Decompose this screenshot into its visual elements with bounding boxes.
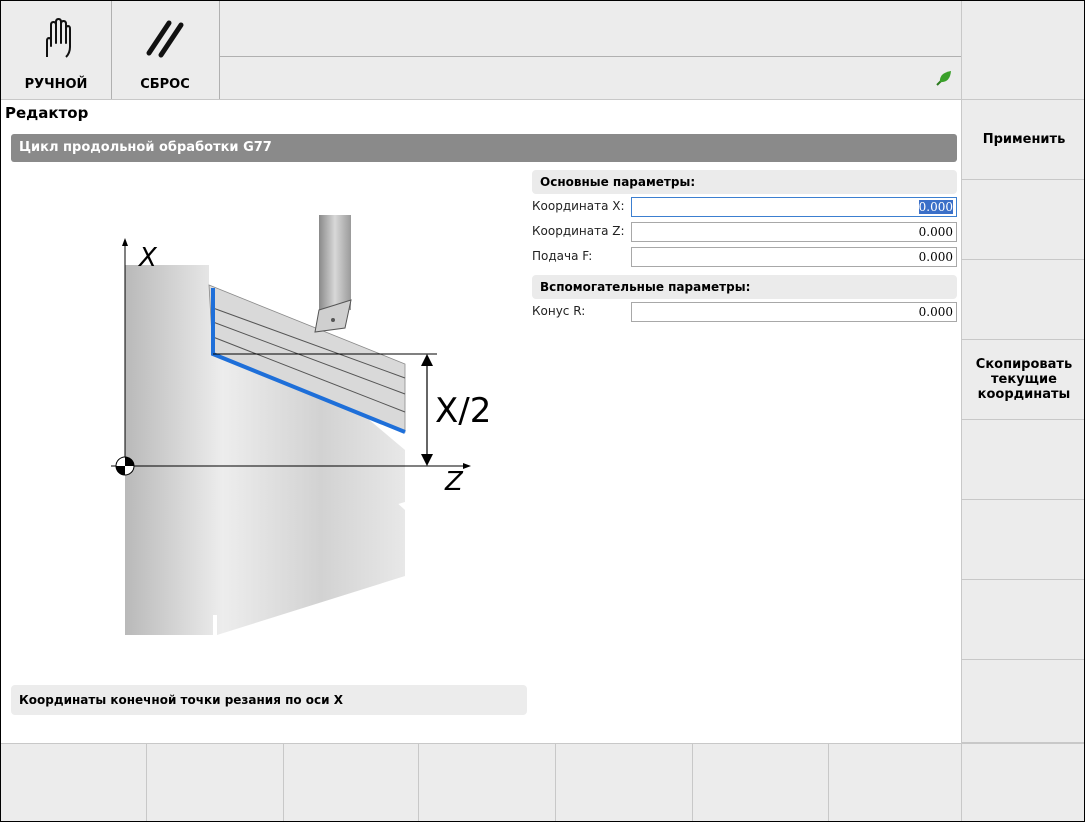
param-f-label: Подача F: bbox=[532, 249, 593, 263]
param-x-input[interactable]: 0.000 bbox=[631, 197, 957, 217]
window: РУЧНОЙ СБРОС Редактор Цикл продольной об… bbox=[0, 0, 1085, 822]
status-line-2 bbox=[219, 57, 961, 99]
copy-coordinates-button[interactable]: Скопировать текущие координаты bbox=[961, 340, 1084, 420]
aux-params-header: Вспомогательные параметры: bbox=[532, 275, 957, 299]
bottom-softkeys bbox=[1, 743, 1084, 821]
bottom-key-2[interactable] bbox=[147, 743, 284, 821]
hand-icon bbox=[46, 18, 71, 58]
param-row-x: Координата X: 0.000 bbox=[532, 197, 957, 219]
reset-slash-icon bbox=[146, 20, 184, 58]
manual-mode-button[interactable]: РУЧНОЙ bbox=[1, 1, 112, 99]
param-row-r: Конус R: 0.000 bbox=[532, 302, 957, 324]
top-bar: РУЧНОЙ СБРОС bbox=[1, 1, 961, 100]
softkey-8[interactable] bbox=[961, 660, 1084, 743]
leaf-icon bbox=[936, 71, 951, 86]
softkey-3[interactable] bbox=[961, 260, 1084, 340]
param-x-value: 0.000 bbox=[918, 200, 953, 214]
manual-mode-label: РУЧНОЙ bbox=[24, 77, 88, 92]
softkey-2[interactable] bbox=[961, 180, 1084, 260]
parameters-panel: Основные параметры: Координата X: 0.000 … bbox=[532, 170, 957, 324]
param-r-label: Конус R: bbox=[532, 304, 586, 318]
param-z-label: Координата Z: bbox=[532, 224, 625, 238]
cycle-title-bar: Цикл продольной обработки G77 bbox=[11, 134, 957, 162]
reset-button[interactable]: СБРОС bbox=[111, 1, 220, 99]
bottom-key-7[interactable] bbox=[829, 743, 962, 821]
bottom-key-5[interactable] bbox=[556, 743, 693, 821]
bottom-key-6[interactable] bbox=[693, 743, 829, 821]
param-f-input[interactable]: 0.000 bbox=[631, 247, 957, 267]
param-z-input[interactable]: 0.000 bbox=[631, 222, 957, 242]
axis-x-label: X bbox=[137, 243, 158, 273]
bottom-key-8[interactable] bbox=[962, 743, 1084, 821]
right-softkeys: Применить Скопировать текущие координаты bbox=[961, 100, 1084, 743]
softkey-5[interactable] bbox=[961, 420, 1084, 500]
editor-panel: Редактор Цикл продольной обработки G77 X… bbox=[1, 100, 961, 743]
bottom-key-4[interactable] bbox=[419, 743, 556, 821]
status-line-1 bbox=[219, 1, 961, 57]
dimension-label: X/2 bbox=[435, 391, 491, 431]
main-params-header: Основные параметры: bbox=[532, 170, 957, 194]
param-r-input[interactable]: 0.000 bbox=[631, 302, 957, 322]
axis-z-label: Z bbox=[444, 467, 464, 497]
param-x-label: Координата X: bbox=[532, 199, 625, 213]
right-top-panel bbox=[961, 1, 1084, 100]
bottom-key-1[interactable] bbox=[1, 743, 147, 821]
softkey-6[interactable] bbox=[961, 500, 1084, 580]
editor-title: Редактор bbox=[5, 104, 89, 122]
bottom-key-3[interactable] bbox=[284, 743, 419, 821]
param-row-z: Координата Z: 0.000 bbox=[532, 222, 957, 244]
apply-button[interactable]: Применить bbox=[961, 100, 1084, 180]
param-row-f: Подача F: 0.000 bbox=[532, 247, 957, 269]
hint-bar: Координаты конечной точки резания по оси… bbox=[11, 685, 527, 715]
softkey-7[interactable] bbox=[961, 580, 1084, 660]
reset-label: СБРОС bbox=[140, 77, 190, 92]
cycle-diagram: X Z X/2 bbox=[111, 215, 491, 635]
